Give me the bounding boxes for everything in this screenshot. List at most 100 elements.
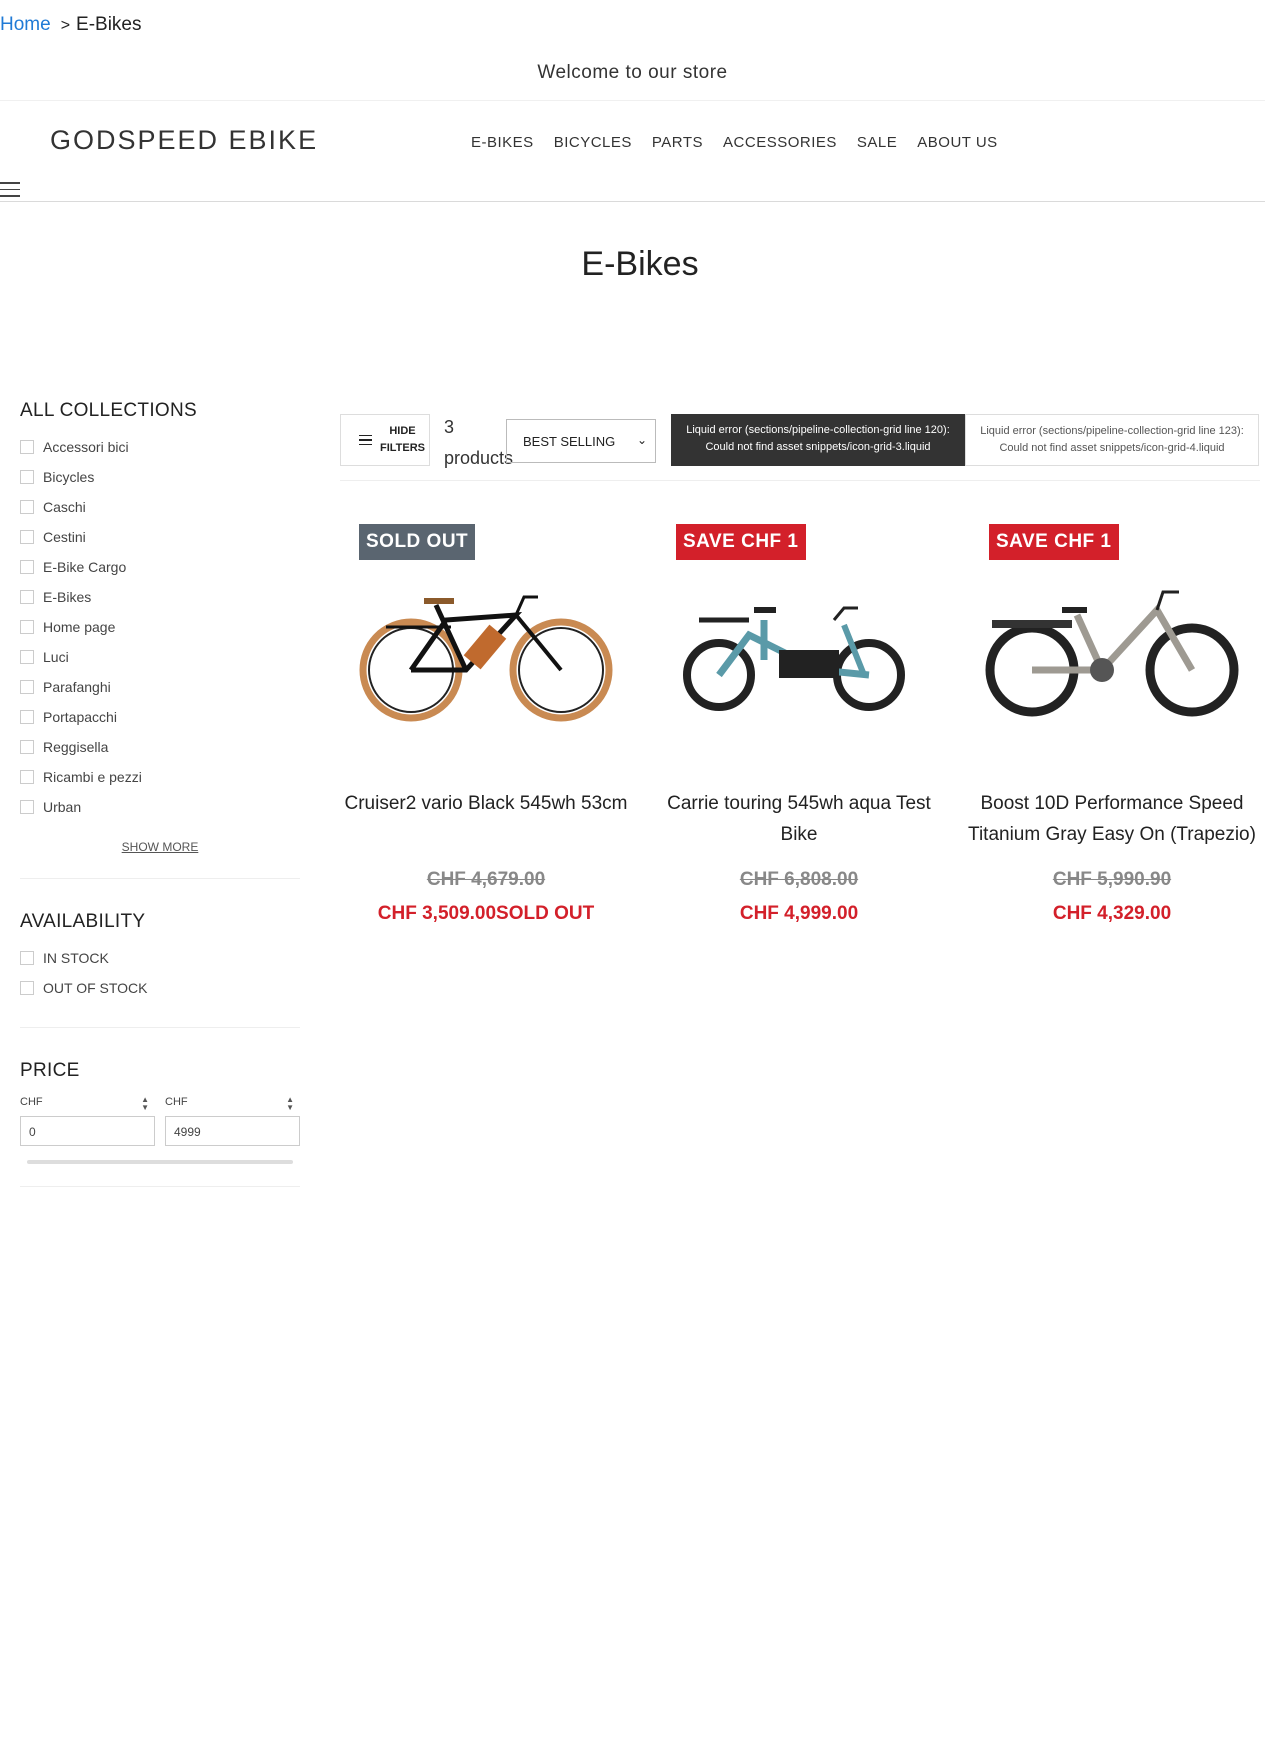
stepper-icon[interactable]: ▲ ▼: [286, 1096, 294, 1112]
breadcrumb-home-link[interactable]: Home: [0, 14, 51, 35]
checkbox[interactable]: [20, 740, 34, 754]
sold-out-badge: SOLD OUT: [359, 524, 476, 560]
grid-4-toggle[interactable]: Liquid error (sections/pipeline-collecti…: [965, 414, 1259, 466]
checkbox[interactable]: [20, 710, 34, 724]
price-filter-title: PRICE: [20, 1060, 80, 1081]
filter-divider: [20, 1027, 300, 1028]
compare-price: CHF 6,808.00: [739, 869, 859, 890]
product-count: 3 products: [444, 417, 514, 468]
grid-3-toggle[interactable]: Liquid error (sections/pipeline-collecti…: [671, 414, 965, 466]
filter-option-home-page[interactable]: Home page: [20, 612, 300, 642]
filter-label: OUT OF STOCK: [43, 980, 148, 996]
filter-divider: [20, 878, 300, 879]
price-min-currency: CHF: [20, 1096, 43, 1108]
filter-label: Caschi: [43, 499, 86, 515]
hamburger-icon: [359, 432, 372, 449]
checkbox[interactable]: [20, 981, 34, 995]
price-max-input[interactable]: 4999: [165, 1116, 300, 1146]
filter-option-luci[interactable]: Luci: [20, 642, 300, 672]
checkbox[interactable]: [20, 440, 34, 454]
page-title: E-Bikes: [581, 245, 699, 283]
filter-option-caschi[interactable]: Caschi: [20, 492, 300, 522]
availability-filter-title: AVAILABILITY: [20, 911, 146, 932]
product-title[interactable]: Cruiser2 vario Black 545wh 53cm: [336, 788, 636, 819]
filter-sidebar: ALL COLLECTIONS Accessori bici Bicycles …: [20, 400, 300, 1219]
filter-option-in-stock[interactable]: IN STOCK: [20, 943, 300, 973]
product-title[interactable]: Carrie touring 545wh aqua Test Bike: [649, 788, 949, 850]
product-image-bike[interactable]: [669, 565, 929, 725]
checkbox[interactable]: [20, 680, 34, 694]
filter-label: Reggisella: [43, 739, 109, 755]
toolbar-divider: [340, 480, 1260, 481]
nav-sale[interactable]: SALE: [857, 134, 897, 151]
filter-option-portapacchi[interactable]: Portapacchi: [20, 702, 300, 732]
filter-label: Cestini: [43, 529, 86, 545]
product-image-bike[interactable]: [356, 565, 616, 725]
price-min-input[interactable]: 0: [20, 1116, 155, 1146]
nav-e-bikes[interactable]: E-BIKES: [471, 134, 534, 151]
filter-option-urban[interactable]: Urban: [20, 792, 300, 822]
nav-parts[interactable]: PARTS: [652, 134, 703, 151]
filter-label: IN STOCK: [43, 950, 109, 966]
filter-option-e-bikes[interactable]: E-Bikes: [20, 582, 300, 612]
checkbox[interactable]: [20, 770, 34, 784]
price-slider[interactable]: [27, 1160, 293, 1164]
product-image-bike[interactable]: [982, 565, 1242, 725]
breadcrumb-separator: >: [60, 17, 71, 34]
show-more-link[interactable]: SHOW MORE: [20, 840, 300, 854]
chevron-down-icon: ⌄: [636, 433, 647, 447]
checkbox[interactable]: [20, 590, 34, 604]
footer: [0, 1340, 1265, 1720]
breadcrumb: Home > E-Bikes: [0, 14, 142, 36]
price-range: CHF ▲ ▼ 0 CHF ▲ ▼ 4999: [20, 1096, 300, 1146]
product-price: CHF 4,329.00: [1052, 903, 1172, 924]
checkbox[interactable]: [20, 560, 34, 574]
compare-price: CHF 4,679.00: [426, 869, 546, 890]
sort-select[interactable]: BEST SELLING ⌄: [506, 419, 656, 463]
checkbox[interactable]: [20, 620, 34, 634]
filter-label: Home page: [43, 619, 116, 635]
checkbox[interactable]: [20, 800, 34, 814]
filter-label: E-Bike Cargo: [43, 559, 127, 575]
collection-toolbar: HIDE FILTERS 3 products BEST SELLING ⌄ Liq…: [340, 412, 1260, 468]
nav-about-us[interactable]: ABOUT US: [917, 134, 997, 151]
hamburger-icon[interactable]: [0, 182, 20, 198]
hide-filters-button[interactable]: HIDE FILTERS: [340, 414, 430, 466]
filter-option-ricambi-e-pezzi[interactable]: Ricambi e pezzi: [20, 762, 300, 792]
main-nav: E-BIKES BICYCLES PARTS ACCESSORIES SALE …: [471, 134, 998, 151]
filter-option-cestini[interactable]: Cestini: [20, 522, 300, 552]
checkbox[interactable]: [20, 500, 34, 514]
checkbox[interactable]: [20, 530, 34, 544]
filter-option-parafanghi[interactable]: Parafanghi: [20, 672, 300, 702]
store-logo[interactable]: GODSPEED EBIKE: [50, 125, 318, 156]
filter-label: E-Bikes: [43, 589, 92, 605]
price-max-currency: CHF: [165, 1096, 188, 1108]
filter-label: Ricambi e pezzi: [43, 769, 142, 785]
checkbox[interactable]: [20, 470, 34, 484]
collections-list: Accessori bici Bicycles Caschi Cestini E…: [20, 432, 300, 822]
filter-option-accessori-bici[interactable]: Accessori bici: [20, 432, 300, 462]
stepper-icon[interactable]: ▲ ▼: [141, 1096, 149, 1112]
checkbox[interactable]: [20, 650, 34, 664]
filter-label: Bicycles: [43, 469, 95, 485]
checkbox[interactable]: [20, 951, 34, 965]
filter-label: Accessori bici: [43, 439, 129, 455]
save-badge: SAVE CHF 1: [989, 524, 1119, 560]
filter-label: Portapacchi: [43, 709, 117, 725]
filter-option-out-of-stock[interactable]: OUT OF STOCK: [20, 973, 300, 1003]
collections-filter-title: ALL COLLECTIONS: [20, 400, 197, 421]
save-badge: SAVE CHF 1: [676, 524, 806, 560]
filter-divider: [20, 1186, 300, 1187]
filter-label: Parafanghi: [43, 679, 111, 695]
announcement-bar: Welcome to our store: [537, 62, 728, 83]
filter-option-e-bike-cargo[interactable]: E-Bike Cargo: [20, 552, 300, 582]
breadcrumb-current: E-Bikes: [76, 14, 142, 35]
header-divider: [0, 201, 1265, 202]
product-title[interactable]: Boost 10D Performance Speed Titanium Gra…: [962, 788, 1262, 850]
nav-bicycles[interactable]: BICYCLES: [554, 134, 632, 151]
filter-option-reggisella[interactable]: Reggisella: [20, 732, 300, 762]
nav-accessories[interactable]: ACCESSORIES: [723, 134, 837, 151]
compare-price: CHF 5,990.90: [1052, 869, 1172, 890]
filter-option-bicycles[interactable]: Bicycles: [20, 462, 300, 492]
announcement-divider: [0, 100, 1265, 101]
